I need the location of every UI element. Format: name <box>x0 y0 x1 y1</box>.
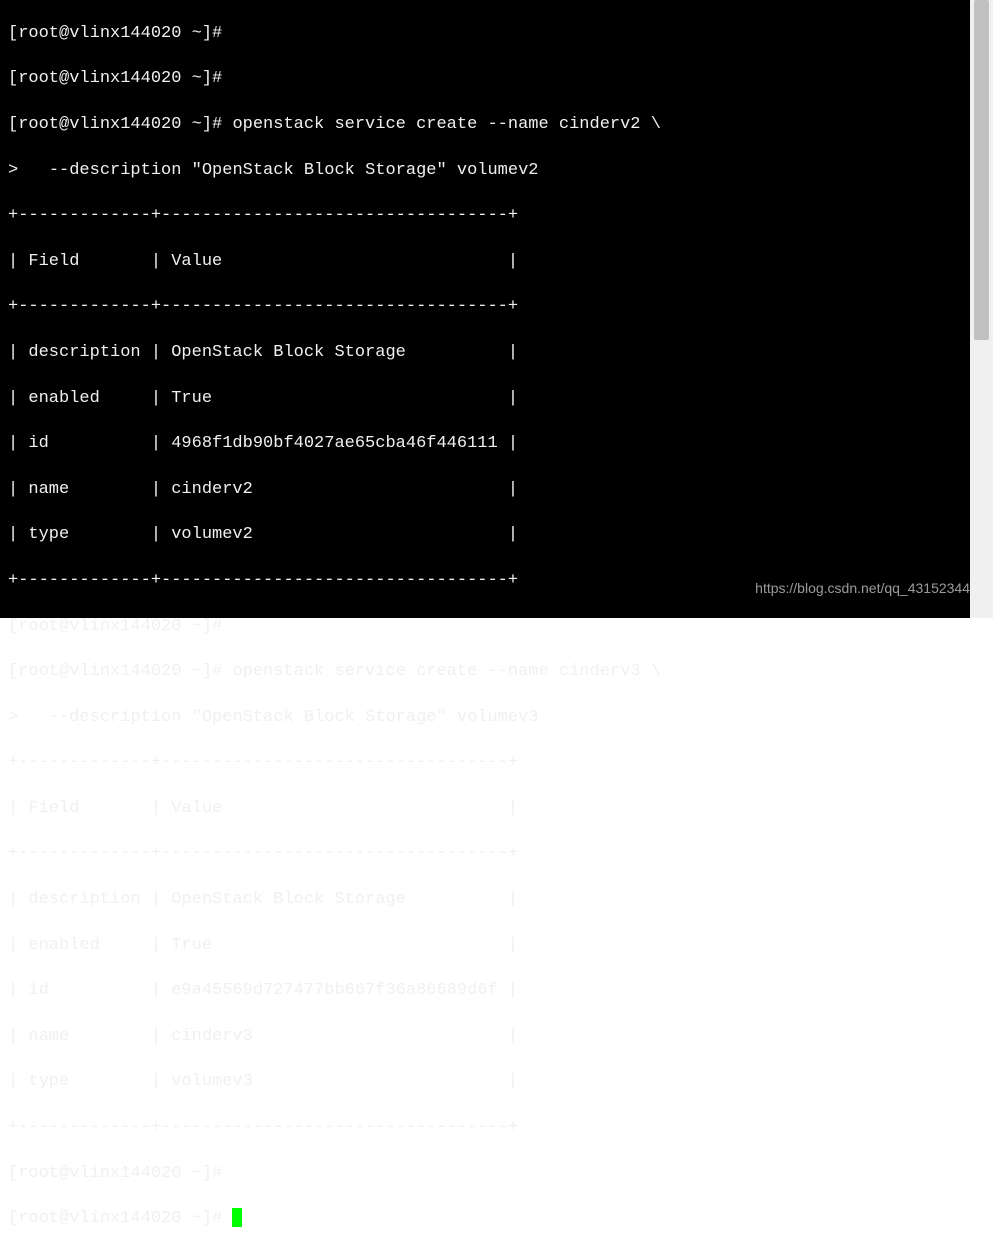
terminal-line: > --description "OpenStack Block Storage… <box>8 160 962 183</box>
table-row: | name | cinderv2 | <box>8 479 962 502</box>
continuation-prompt: > <box>8 161 49 180</box>
terminal-line: [root@vlinx144020 ~]# <box>8 68 962 91</box>
table-row: | enabled | True | <box>8 935 962 958</box>
scrollbar-track[interactable] <box>970 0 993 618</box>
terminal-line: > --description "OpenStack Block Storage… <box>8 707 962 730</box>
table-border: +-------------+-------------------------… <box>8 843 962 866</box>
watermark-text: https://blog.csdn.net/qq_43152344 <box>755 577 970 600</box>
terminal-line: [root@vlinx144020 ~]# <box>8 616 962 639</box>
table-row: | description | OpenStack Block Storage … <box>8 342 962 365</box>
table-row: | enabled | True | <box>8 388 962 411</box>
shell-prompt: [root@vlinx144020 ~]# <box>8 69 232 88</box>
shell-prompt: [root@vlinx144020 ~]# <box>8 1209 232 1228</box>
command-text: openstack service create --name cinderv2… <box>232 115 660 134</box>
table-header: | Field | Value | <box>8 251 962 274</box>
table-row: | type | volumev3 | <box>8 1071 962 1094</box>
command-text: openstack service create --name cinderv3… <box>232 662 660 681</box>
table-border: +-------------+-------------------------… <box>8 205 962 228</box>
terminal-line: [root@vlinx144020 ~]# <box>8 23 962 46</box>
terminal-line: [root@vlinx144020 ~]# openstack service … <box>8 114 962 137</box>
shell-prompt: [root@vlinx144020 ~]# <box>8 115 232 134</box>
table-row: | id | 4968f1db90bf4027ae65cba46f446111 … <box>8 433 962 456</box>
table-row: | id | e9a45569d727477bb667f36a86689d6f … <box>8 980 962 1003</box>
table-row: | type | volumev2 | <box>8 524 962 547</box>
table-border: +-------------+-------------------------… <box>8 752 962 775</box>
table-border: +-------------+-------------------------… <box>8 296 962 319</box>
shell-prompt: [root@vlinx144020 ~]# <box>8 662 232 681</box>
cursor-icon <box>232 1208 242 1227</box>
terminal-line: [root@vlinx144020 ~]# <box>8 1208 962 1231</box>
terminal-line: [root@vlinx144020 ~]# <box>8 1163 962 1186</box>
terminal-window[interactable]: [root@vlinx144020 ~]# [root@vlinx144020 … <box>0 0 970 618</box>
command-text: --description "OpenStack Block Storage" … <box>49 161 539 180</box>
shell-prompt: [root@vlinx144020 ~]# <box>8 1164 232 1183</box>
table-row: | description | OpenStack Block Storage … <box>8 889 962 912</box>
scrollbar-thumb[interactable] <box>974 0 989 340</box>
table-header: | Field | Value | <box>8 798 962 821</box>
shell-prompt: [root@vlinx144020 ~]# <box>8 617 232 636</box>
table-row: | name | cinderv3 | <box>8 1026 962 1049</box>
continuation-prompt: > <box>8 708 49 727</box>
command-text: --description "OpenStack Block Storage" … <box>49 708 539 727</box>
table-border: +-------------+-------------------------… <box>8 1117 962 1140</box>
terminal-line: [root@vlinx144020 ~]# openstack service … <box>8 661 962 684</box>
shell-prompt: [root@vlinx144020 ~]# <box>8 24 232 43</box>
